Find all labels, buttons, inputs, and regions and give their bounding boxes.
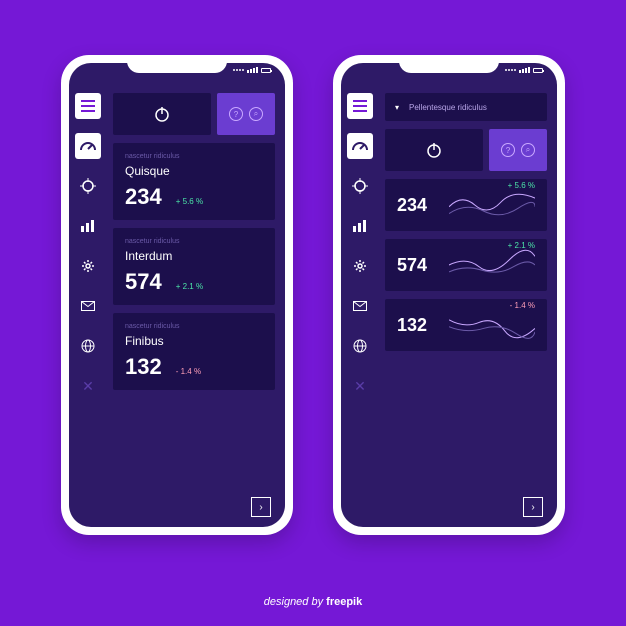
main-content: ▾ Pellentesque ridiculus ?⌕ 234 + 5.6 % … [379, 87, 557, 527]
gear-icon [353, 259, 367, 273]
sidebar-item-mail[interactable] [347, 293, 373, 319]
bars-icon [81, 220, 95, 232]
mail-icon [81, 301, 95, 311]
sidebar-item-gear[interactable] [75, 253, 101, 279]
sidebar-item-gauge[interactable] [75, 133, 101, 159]
notch [127, 55, 227, 73]
card-value: 234 [397, 195, 441, 216]
notch [399, 55, 499, 73]
search-icon: ⌕ [249, 107, 263, 121]
next-button[interactable]: › [523, 497, 543, 517]
metric-card[interactable]: 234 + 5.6 % [385, 179, 547, 231]
sidebar-item-close[interactable]: ✕ [347, 373, 373, 399]
sparkline-chart: - 1.4 % [449, 307, 535, 343]
chevron-right-icon: › [259, 502, 262, 513]
gauge-icon [351, 140, 369, 152]
power-button[interactable] [113, 93, 211, 135]
menu-button[interactable] [347, 93, 373, 119]
sidebar-item-globe[interactable] [347, 333, 373, 359]
metric-card[interactable]: 132 - 1.4 % [385, 299, 547, 351]
card-title: Interdum [125, 249, 263, 263]
target-icon [80, 178, 96, 194]
gear-icon [81, 259, 95, 273]
menu-icon [81, 100, 95, 112]
attribution: designed by freepik [0, 596, 626, 608]
card-title: Finibus [125, 334, 263, 348]
card-value: 132 [397, 315, 441, 336]
sidebar-item-gauge[interactable] [347, 133, 373, 159]
metric-card[interactable]: 574 + 2.1 % [385, 239, 547, 291]
sidebar: ✕ [341, 87, 379, 527]
card-delta: + 5.6 % [176, 197, 203, 206]
sparkline-chart: + 5.6 % [449, 187, 535, 223]
card-value: 574 [397, 255, 441, 276]
close-icon: ✕ [82, 378, 94, 395]
card-value: 132 [125, 354, 162, 380]
screen: ✕ ?⌕ nascetur ridiculus Quisque 234 + 5.… [69, 63, 285, 527]
menu-button[interactable] [75, 93, 101, 119]
close-icon: ✕ [354, 378, 366, 395]
bars-icon [353, 220, 367, 232]
sidebar-item-mail[interactable] [75, 293, 101, 319]
dropdown[interactable]: ▾ Pellentesque ridiculus [385, 93, 547, 121]
dropdown-label: Pellentesque ridiculus [409, 103, 487, 112]
globe-icon [353, 339, 367, 353]
card-delta: + 2.1 % [508, 241, 535, 250]
status-bar [505, 67, 543, 73]
card-value: 234 [125, 184, 162, 210]
phone-right: ✕ ▾ Pellentesque ridiculus ?⌕ 234 + 5.6 … [333, 55, 565, 535]
sparkline-chart: + 2.1 % [449, 247, 535, 283]
phone-left: ✕ ?⌕ nascetur ridiculus Quisque 234 + 5.… [61, 55, 293, 535]
metric-card[interactable]: nascetur ridiculus Interdum 574 + 2.1 % [113, 228, 275, 305]
help-tile[interactable]: ?⌕ [217, 93, 275, 135]
sidebar-item-close[interactable]: ✕ [75, 373, 101, 399]
power-button[interactable] [385, 129, 483, 171]
card-delta: - 1.4 % [510, 301, 535, 310]
metric-card[interactable]: nascetur ridiculus Finibus 132 - 1.4 % [113, 313, 275, 390]
status-bar [233, 67, 271, 73]
help-icon: ? [229, 107, 243, 121]
card-subtitle: nascetur ridiculus [125, 323, 263, 330]
next-button[interactable]: › [251, 497, 271, 517]
target-icon [352, 178, 368, 194]
power-icon [153, 105, 171, 123]
card-subtitle: nascetur ridiculus [125, 238, 263, 245]
search-icon: ⌕ [521, 143, 535, 157]
sidebar: ✕ [69, 87, 107, 527]
sidebar-item-bars[interactable] [75, 213, 101, 239]
sidebar-item-target[interactable] [347, 173, 373, 199]
card-delta: + 5.6 % [508, 181, 535, 190]
help-tile[interactable]: ?⌕ [489, 129, 547, 171]
menu-icon [353, 100, 367, 112]
metric-card[interactable]: nascetur ridiculus Quisque 234 + 5.6 % [113, 143, 275, 220]
help-icon: ? [501, 143, 515, 157]
card-subtitle: nascetur ridiculus [125, 153, 263, 160]
sidebar-item-target[interactable] [75, 173, 101, 199]
sidebar-item-gear[interactable] [347, 253, 373, 279]
card-title: Quisque [125, 164, 263, 178]
globe-icon [81, 339, 95, 353]
card-delta: + 2.1 % [176, 282, 203, 291]
gauge-icon [79, 140, 97, 152]
chevron-down-icon: ▾ [395, 103, 399, 112]
chevron-right-icon: › [531, 502, 534, 513]
sidebar-item-bars[interactable] [347, 213, 373, 239]
sidebar-item-globe[interactable] [75, 333, 101, 359]
power-icon [425, 141, 443, 159]
card-value: 574 [125, 269, 162, 295]
screen: ✕ ▾ Pellentesque ridiculus ?⌕ 234 + 5.6 … [341, 63, 557, 527]
card-delta: - 1.4 % [176, 367, 201, 376]
mail-icon [353, 301, 367, 311]
main-content: ?⌕ nascetur ridiculus Quisque 234 + 5.6 … [107, 87, 285, 527]
